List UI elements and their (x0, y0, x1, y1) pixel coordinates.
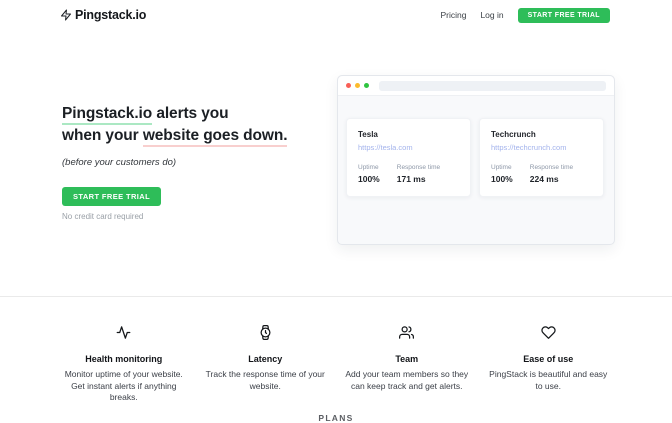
feature-description: Monitor uptime of your website. Get inst… (56, 369, 192, 404)
site-url-link: https://tesla.com (358, 143, 459, 152)
browser-titlebar (338, 76, 614, 96)
feature-description: Track the response time of your website. (198, 369, 334, 392)
response-time-stat: Response time 171 ms (397, 164, 440, 184)
feature-latency: Latency Track the response time of your … (198, 325, 334, 404)
hero-subtext: (before your customers do) (62, 157, 322, 168)
nav-start-trial-button[interactable]: START FREE TRIAL (518, 8, 610, 23)
browser-url-bar (379, 81, 606, 91)
uptime-value: 100% (491, 174, 513, 184)
uptime-label: Uptime (358, 164, 380, 171)
traffic-light-minimize-icon (355, 83, 360, 88)
plans-section-label: PLANS (0, 413, 672, 423)
navbar-links: Pricing Log in START FREE TRIAL (440, 8, 610, 23)
site-card-techcrunch: Techcrunch https://techcrunch.com Uptime… (479, 118, 604, 197)
site-stats: Uptime 100% Response time 224 ms (491, 164, 592, 184)
users-icon (399, 327, 414, 344)
site-name: Techcrunch (491, 130, 592, 139)
feature-team: Team Add your team members so they can k… (339, 325, 475, 404)
feature-description: PingStack is beautiful and easy to use. (481, 369, 617, 392)
hero-heading-highlight-brand: Pingstack.io (62, 105, 152, 125)
heart-icon (541, 327, 556, 344)
navbar: Pingstack.io Pricing Log in START FREE T… (0, 0, 672, 30)
hero-heading-highlight-down: website goes down. (143, 127, 288, 147)
feature-title: Health monitoring (56, 354, 192, 364)
response-time-label: Response time (530, 164, 573, 171)
uptime-stat: Uptime 100% (358, 164, 380, 184)
uptime-label: Uptime (491, 164, 513, 171)
logo-text: Pingstack.io (75, 8, 146, 22)
feature-health-monitoring: Health monitoring Monitor uptime of your… (56, 325, 192, 404)
response-time-label: Response time (397, 164, 440, 171)
watch-icon (258, 327, 273, 344)
features-section: Health monitoring Monitor uptime of your… (56, 325, 616, 404)
hero-heading-line2-prefix: when your (62, 127, 143, 144)
feature-title: Latency (198, 354, 334, 364)
uptime-stat: Uptime 100% (491, 164, 513, 184)
traffic-light-maximize-icon (364, 83, 369, 88)
nav-link-login[interactable]: Log in (480, 10, 503, 20)
feature-title: Team (339, 354, 475, 364)
response-time-value: 171 ms (397, 174, 440, 184)
zap-icon (60, 9, 72, 21)
feature-description: Add your team members so they can keep t… (339, 369, 475, 392)
response-time-value: 224 ms (530, 174, 573, 184)
hero-cta-note: No credit card required (62, 212, 322, 221)
traffic-lights (346, 83, 369, 88)
hero-heading-line1-rest: alerts you (152, 105, 228, 122)
traffic-light-close-icon (346, 83, 351, 88)
browser-mockup: Tesla https://tesla.com Uptime 100% Resp… (337, 75, 615, 245)
site-card-tesla: Tesla https://tesla.com Uptime 100% Resp… (346, 118, 471, 197)
activity-icon (116, 327, 131, 344)
hero-heading: Pingstack.io alerts you when your websit… (62, 103, 322, 147)
uptime-value: 100% (358, 174, 380, 184)
feature-title: Ease of use (481, 354, 617, 364)
logo[interactable]: Pingstack.io (60, 8, 146, 22)
response-time-stat: Response time 224 ms (530, 164, 573, 184)
hero-section: Pingstack.io alerts you when your websit… (62, 103, 322, 221)
nav-link-pricing[interactable]: Pricing (440, 10, 466, 20)
hero-start-trial-button[interactable]: START FREE TRIAL (62, 187, 161, 206)
site-stats: Uptime 100% Response time 171 ms (358, 164, 459, 184)
site-name: Tesla (358, 130, 459, 139)
landing-page: Pingstack.io Pricing Log in START FREE T… (0, 0, 672, 420)
feature-ease-of-use: Ease of use PingStack is beautiful and e… (481, 325, 617, 404)
mockup-body: Tesla https://tesla.com Uptime 100% Resp… (338, 96, 614, 197)
site-url-link: https://techcrunch.com (491, 143, 592, 152)
section-divider (0, 296, 672, 297)
